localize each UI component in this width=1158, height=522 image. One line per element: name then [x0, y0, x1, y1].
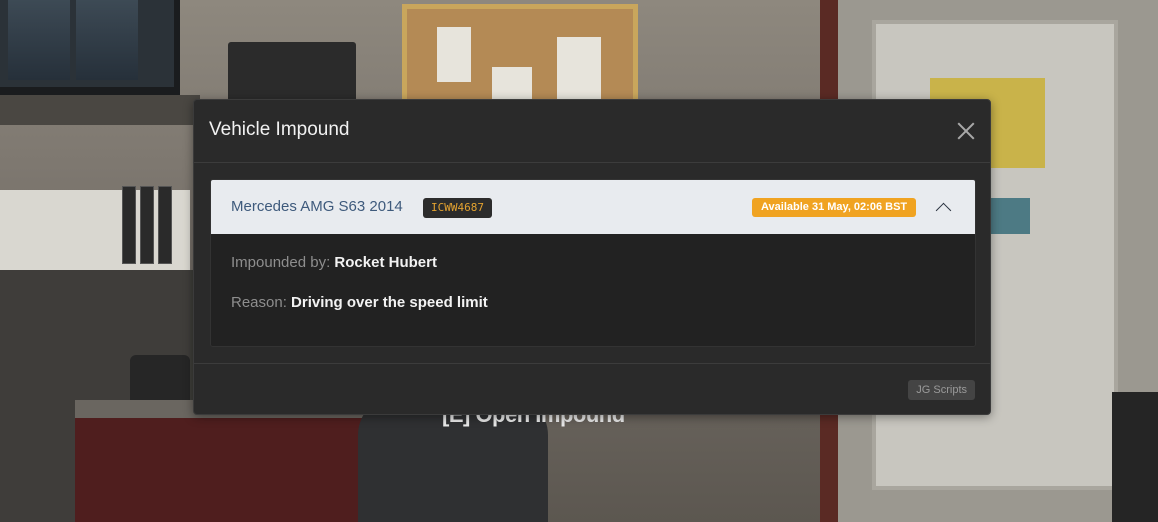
availability-badge: Available 31 May, 02:06 BST [752, 198, 917, 217]
window-sill [0, 95, 200, 125]
binder [140, 186, 154, 264]
plate-badge: ICWW4687 [423, 198, 492, 218]
pinned-paper [437, 27, 471, 82]
vehicle-name: Mercedes AMG S63 2014 [231, 198, 403, 215]
impound-modal: Vehicle Impound Mercedes AMG S63 2014 IC… [193, 99, 991, 415]
chevron-up-icon[interactable] [936, 200, 950, 214]
vehicle-accordion-header[interactable]: Mercedes AMG S63 2014 ICWW4687 Available… [211, 180, 975, 234]
reason-row: Reason: Driving over the speed limit [231, 294, 488, 311]
corner-cabinet [1112, 392, 1158, 522]
reception-desk [75, 400, 405, 522]
reason-value: Driving over the speed limit [291, 294, 488, 311]
modal-footer: JG Scripts [194, 363, 990, 415]
impounded-by-label: Impounded by: [231, 254, 331, 271]
modal-title: Vehicle Impound [209, 119, 350, 140]
cork-board [402, 4, 638, 107]
impounded-by-value: Rocket Hubert [334, 254, 437, 271]
modal-header: Vehicle Impound [194, 100, 990, 163]
impounded-by-row: Impounded by: Rocket Hubert [231, 254, 437, 271]
close-icon[interactable] [956, 121, 976, 141]
reason-label: Reason: [231, 294, 287, 311]
vehicle-details: Impounded by: Rocket Hubert Reason: Driv… [211, 234, 975, 346]
office-window [0, 0, 180, 95]
pinned-paper [557, 37, 601, 107]
wall-cabinet [228, 42, 356, 102]
window-pane [8, 0, 70, 80]
brand-badge: JG Scripts [908, 380, 975, 400]
vehicle-accordion: Mercedes AMG S63 2014 ICWW4687 Available… [210, 179, 976, 347]
window-pane [76, 0, 138, 80]
binder [158, 186, 172, 264]
binder [122, 186, 136, 264]
